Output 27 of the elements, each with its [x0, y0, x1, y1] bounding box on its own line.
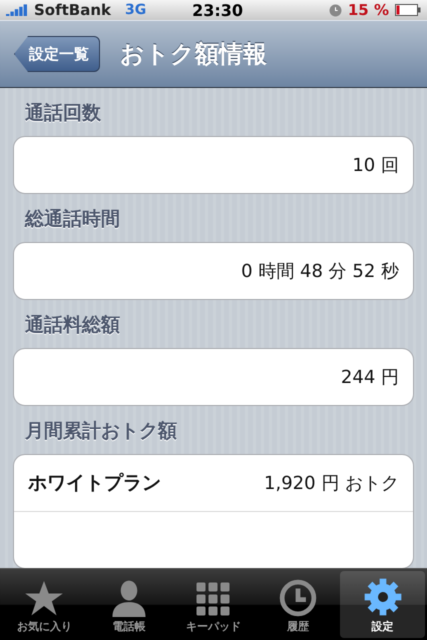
row-value: 10 回: [352, 154, 399, 177]
row-label: ホワイトプラン: [28, 471, 162, 496]
section-header: 通話料総額: [24, 313, 121, 338]
tab-item[interactable]: キーパッド: [171, 571, 256, 638]
section-header: 通話回数: [24, 101, 102, 126]
network-type: 3G: [125, 2, 146, 18]
alarm-icon: [328, 4, 342, 16]
carrier-name: SoftBank: [34, 1, 112, 19]
back-button[interactable]: 設定一覧: [14, 36, 100, 72]
nav-title: おトク額情報: [120, 39, 267, 70]
tab-item[interactable]: お気に入り: [2, 571, 87, 638]
section-header: 総通話時間: [24, 207, 121, 232]
gear-icon: [362, 577, 403, 617]
row-value: 244 円: [340, 366, 399, 389]
keypad-icon: [195, 581, 232, 617]
tab-item[interactable]: 電話帳: [86, 571, 172, 638]
status-time: 23:30: [191, 0, 244, 20]
row-value: 0 時間 48 分 52 秒: [241, 260, 399, 283]
signal-icon: [6, 4, 28, 16]
star-icon: [25, 581, 64, 617]
section-header: 月間累計おトク額: [24, 419, 178, 444]
row-value: 1,920 円 おトク: [264, 472, 399, 495]
battery-percent: 15 %: [348, 1, 389, 19]
clock-icon: [279, 579, 318, 617]
tab-item[interactable]: 履歴: [256, 571, 340, 638]
battery-icon: [395, 4, 421, 16]
tab-item[interactable]: 設定: [340, 571, 425, 638]
